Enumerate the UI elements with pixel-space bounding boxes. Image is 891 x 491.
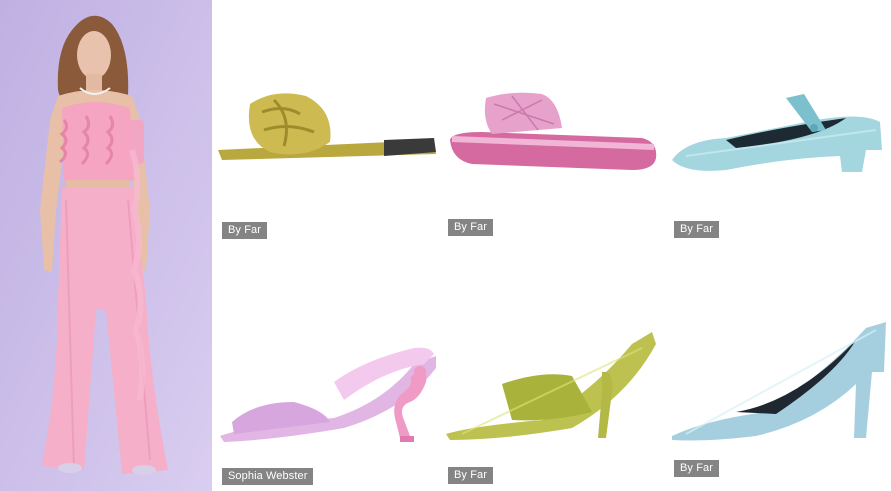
product-tile-green-mule[interactable]: By Far [442,252,662,491]
brand-tag: By Far [674,460,719,477]
model-illustration [0,0,212,491]
brand-tag: By Far [448,219,493,236]
gold-slide-sandal-image [218,93,436,160]
brand-tag: By Far [674,221,719,238]
product-tile-blue-mary-jane[interactable]: By Far [666,0,891,246]
product-tile-pink-slide[interactable]: By Far [442,0,662,246]
product-tile-flamingo-heel[interactable]: Sophia Webster [214,252,438,491]
blue-pointed-pump-image [672,322,886,441]
pink-platform-slide-image [450,92,657,170]
pink-flamingo-heel-mule-image [220,347,436,442]
brand-tag: Sophia Webster [222,468,314,485]
brand-tag: By Far [448,467,493,484]
brand-tag: By Far [222,222,267,239]
product-tile-gold-slide[interactable]: By Far [214,0,438,248]
green-heeled-mule-image [446,332,656,440]
model-photo[interactable] [0,0,212,491]
product-tile-blue-pump[interactable]: By Far [666,252,891,491]
blue-mary-jane-heel-image [672,94,882,172]
